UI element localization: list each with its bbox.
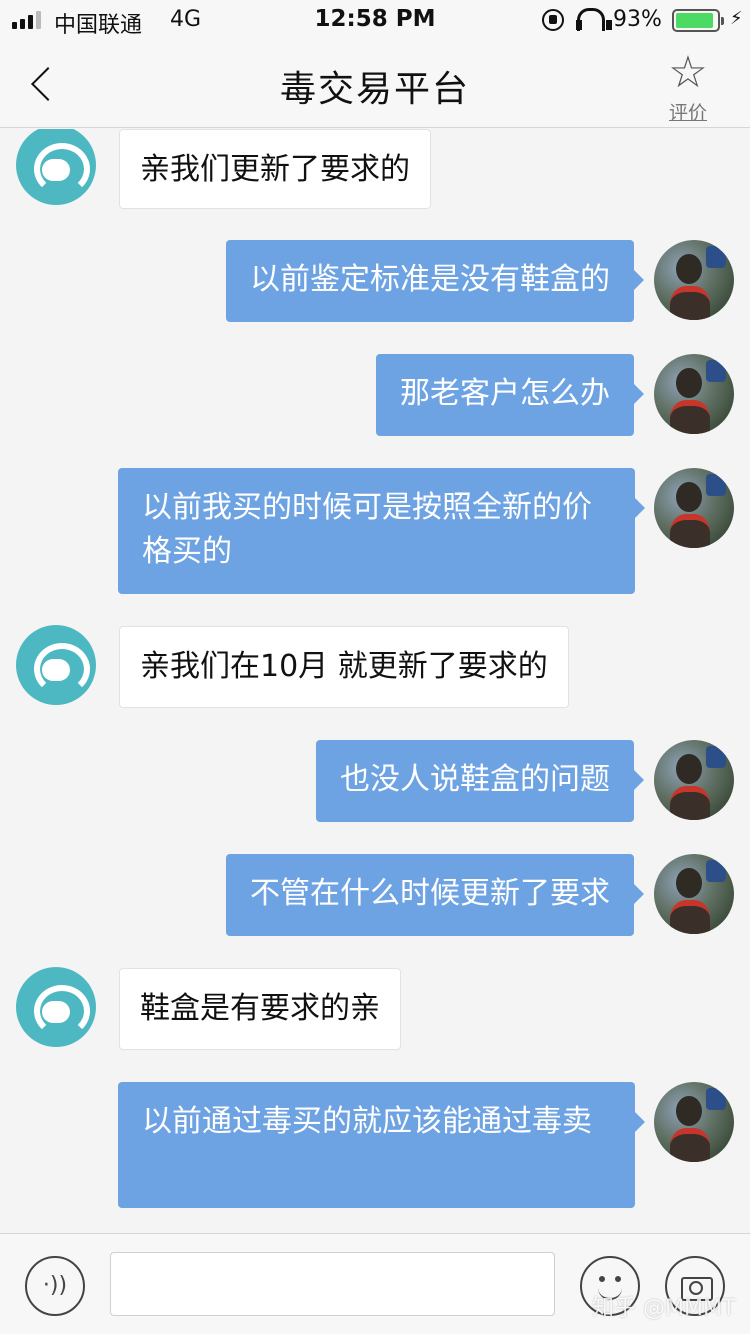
avatar-badge [706,474,726,496]
voice-icon: ·)) [42,1273,68,1298]
user-avatar[interactable] [654,1082,734,1162]
user-message-bubble[interactable]: 以前鉴定标准是没有鞋盒的 [226,240,644,322]
voice-button[interactable]: ·)) [25,1256,85,1316]
page-title: 毒交易平台 [279,69,470,110]
user-avatar[interactable] [654,468,734,548]
star-icon: ☆ [668,47,708,98]
status-bar: 中国联通 4G 12:58 PM 93% ⚡ [0,0,750,40]
avatar-badge [706,860,726,882]
user-message-bubble[interactable]: 以前通过毒买的就应该能通过毒卖 [118,1082,645,1208]
chat-area[interactable]: 亲我们更新了要求的 以前鉴定标准是没有鞋盒的 那老客户怎么办 以前我买的时候可是… [0,129,750,1233]
user-avatar[interactable] [654,740,734,820]
watermark: 知乎 @MMMT [592,1296,736,1321]
battery-icon [672,9,724,32]
charging-icon: ⚡ [730,8,743,29]
user-avatar[interactable] [654,354,734,434]
agent-avatar[interactable] [16,625,96,705]
message-input[interactable] [110,1252,555,1316]
user-message-bubble[interactable]: 那老客户怎么办 [376,354,644,436]
user-message-bubble[interactable]: 以前我买的时候可是按照全新的价格买的 [118,468,645,594]
agent-message-bubble[interactable]: 鞋盒是有要求的亲 [119,968,401,1050]
avatar-badge [706,746,726,768]
rate-label: 评价 [668,102,707,124]
agent-message-bubble[interactable]: 亲我们更新了要求的 [119,129,431,209]
rotation-lock-icon [542,9,564,31]
user-message-bubble[interactable]: 不管在什么时候更新了要求 [226,854,644,936]
agent-avatar[interactable] [16,967,96,1047]
user-message-bubble[interactable]: 也没人说鞋盒的问题 [316,740,644,822]
headphone-icon [576,8,612,31]
avatar-badge [706,360,726,382]
agent-message-bubble[interactable]: 亲我们在10月 就更新了要求的 [119,626,569,708]
user-avatar[interactable] [654,240,734,320]
rate-button[interactable]: ☆ 评价 [660,50,716,128]
user-avatar[interactable] [654,854,734,934]
agent-avatar[interactable] [16,129,96,205]
battery-percent: 93% [613,7,662,32]
avatar-badge [706,246,726,268]
avatar-badge [706,1088,726,1110]
nav-bar: 毒交易平台 ☆ 评价 [0,40,750,128]
